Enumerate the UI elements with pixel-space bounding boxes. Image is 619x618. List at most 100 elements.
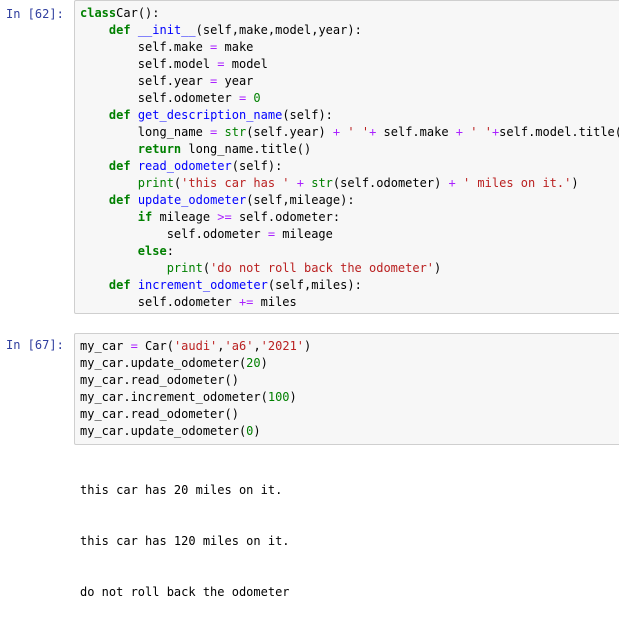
- code-token: ' ': [470, 125, 492, 139]
- code-token: update_odometer: [137, 193, 247, 207]
- code-token: def: [108, 108, 131, 122]
- code-token: my_car.read_odometer(): [80, 407, 239, 421]
- code-token: my_car.increment_odometer(: [80, 390, 268, 404]
- code-token: mileage: [275, 227, 333, 241]
- code-token: 'audi': [173, 339, 218, 353]
- code-token: else: [137, 244, 167, 258]
- code-line: def get_description_name(self):: [80, 107, 619, 124]
- code-token: def: [108, 23, 131, 37]
- code-token: =: [217, 57, 225, 71]
- code-text[interactable]: classCar(): def __init__(self,make,model…: [75, 1, 619, 315]
- code-line: self.make = make: [80, 39, 619, 56]
- code-line: self.odometer = mileage: [80, 226, 619, 243]
- code-token: +: [455, 125, 464, 139]
- code-token: =: [130, 339, 138, 353]
- code-line: def __init__(self,make,model,year):: [80, 22, 619, 39]
- code-editor[interactable]: my_car = Car('audi','a6','2021') my_car.u…: [74, 333, 619, 445]
- code-token: (self.year): [246, 125, 333, 139]
- code-editor[interactable]: classCar(): def __init__(self,make,model…: [74, 0, 619, 314]
- code-token: 'a6': [224, 339, 254, 353]
- code-token: ): [253, 424, 261, 438]
- code-token: def: [108, 278, 131, 292]
- code-token: my_car.update_odometer(: [80, 424, 247, 438]
- code-token: ): [289, 390, 297, 404]
- code-token: read_odometer: [137, 159, 232, 173]
- code-line: def update_odometer(self,mileage):: [80, 192, 619, 209]
- code-token: ,: [253, 339, 261, 353]
- code-token: __init__: [137, 23, 196, 37]
- code-token: my_car: [80, 339, 131, 353]
- code-token: self.odometer: [80, 295, 239, 309]
- code-token: ): [260, 356, 268, 370]
- code-token: self.odometer: [80, 227, 268, 241]
- code-line: else:: [80, 243, 619, 260]
- code-token: def: [108, 193, 131, 207]
- code-line: my_car.update_odometer(0): [80, 423, 619, 440]
- code-token: def: [108, 159, 131, 173]
- code-token: self.year: [80, 74, 211, 88]
- code-line: my_car.read_odometer(): [80, 372, 619, 389]
- code-token: 'this car has ': [181, 176, 290, 190]
- code-token: self.make: [376, 125, 456, 139]
- code-token: (self,mileage):: [246, 193, 355, 207]
- code-token: '2021': [260, 339, 305, 353]
- code-token: ): [304, 339, 312, 353]
- code-token: (self,miles):: [267, 278, 362, 292]
- code-line: my_car.update_odometer(20): [80, 355, 619, 372]
- code-token: (self):: [282, 108, 333, 122]
- code-token: +=: [238, 295, 254, 309]
- code-token: self.odometer: [80, 91, 239, 105]
- code-line: long_name = str(self.year) + ' '+ self.m…: [80, 124, 619, 141]
- code-token: 'do not roll back the odometer': [210, 261, 435, 275]
- code-token: self.model.title(): [499, 125, 619, 139]
- code-token: print: [166, 261, 203, 275]
- code-token: ): [434, 261, 442, 275]
- output-line: this car has 20 miles on it.: [80, 483, 283, 497]
- code-token: my_car.read_odometer(): [80, 373, 239, 387]
- code-line: my_car = Car('audi','a6','2021'): [80, 338, 619, 355]
- code-token: ():: [137, 6, 160, 20]
- code-text[interactable]: my_car = Car('audi','a6','2021') my_car.u…: [75, 334, 619, 444]
- code-token: str: [311, 176, 333, 190]
- code-token: get_description_name: [137, 108, 283, 122]
- code-token: +: [296, 176, 304, 190]
- code-line: print('do not roll back the odometer'): [80, 260, 619, 277]
- code-token: self.model: [80, 57, 218, 71]
- code-token: make: [217, 40, 254, 54]
- code-token: self.odometer:: [231, 210, 341, 224]
- input-prompt: In [67]:: [6, 338, 64, 352]
- cell-output: this car has 20 miles on it. this car ha…: [80, 448, 290, 618]
- code-token: ): [571, 176, 579, 190]
- code-token: 100: [267, 390, 290, 404]
- code-line: def read_odometer(self):: [80, 158, 619, 175]
- code-line: self.odometer += miles: [80, 294, 619, 311]
- code-token: ' ': [347, 125, 370, 139]
- code-token: long_name: [80, 125, 211, 139]
- code-line: my_car.read_odometer(): [80, 406, 619, 423]
- code-token: class: [80, 6, 117, 20]
- input-prompt: In [62]:: [6, 7, 64, 21]
- code-token: long_name.title(): [181, 142, 312, 156]
- code-line: print('this car has ' + str(self.odomete…: [80, 175, 619, 192]
- output-line: this car has 120 miles on it.: [80, 534, 290, 548]
- code-line: self.odometer = 0: [80, 90, 619, 107]
- code-line: def increment_odometer(self,miles):: [80, 277, 619, 294]
- code-token: :: [166, 244, 174, 258]
- output-line: do not roll back the odometer: [80, 585, 290, 599]
- code-token: if: [137, 210, 153, 224]
- code-token: print: [137, 176, 174, 190]
